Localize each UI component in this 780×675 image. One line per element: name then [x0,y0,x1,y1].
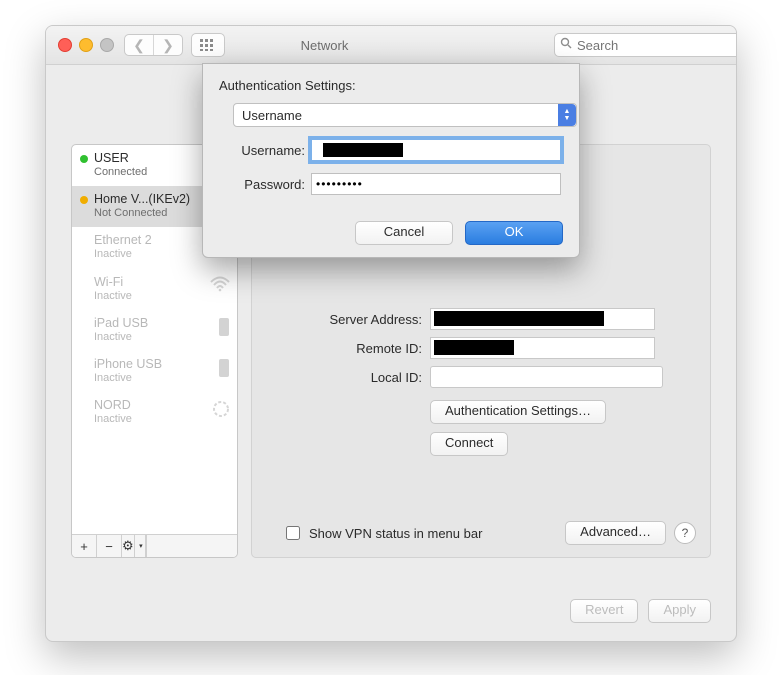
service-list-footer: + − ⚙︎▾ [72,534,237,557]
chevron-down-icon: ▾ [137,535,146,557]
service-name: iPhone USB [94,357,229,372]
row-username: Username: [219,139,563,161]
authentication-settings-button[interactable]: Authentication Settings… [430,400,606,424]
search-icon [560,37,572,52]
revert-button[interactable]: Revert [570,599,638,623]
service-name: NORD [94,398,229,413]
service-item-nord[interactable]: NORD Inactive [72,392,237,433]
close-window-button[interactable] [58,38,72,52]
service-actions-button[interactable]: ⚙︎▾ [122,535,147,557]
connect-button[interactable]: Connect [430,432,508,456]
service-status: Inactive [94,413,229,426]
cancel-button[interactable]: Cancel [355,221,453,245]
help-button[interactable]: ? [674,522,696,544]
popup-arrows-icon: ▲▼ [558,104,576,126]
service-status: Inactive [94,372,229,385]
status-dot-connected-icon [80,155,88,163]
minimize-window-button[interactable] [79,38,93,52]
row-password: Password: [219,173,563,195]
server-address-field[interactable] [430,308,655,330]
sheet-buttons: Cancel OK [355,221,563,245]
search-input[interactable] [554,33,737,57]
window-title: Network [95,38,554,53]
local-id-field[interactable] [430,366,663,388]
service-name: iPad USB [94,316,229,331]
service-item-iphone-usb[interactable]: iPhone USB Inactive [72,351,237,392]
advanced-wrap: Advanced… ? [565,521,696,545]
ok-button[interactable]: OK [465,221,563,245]
apply-button[interactable]: Apply [648,599,711,623]
status-dot-idle-icon [80,196,88,204]
service-item-ipad-usb[interactable]: iPad USB Inactive [72,310,237,351]
username-label: Username: [219,143,305,158]
search-field-wrapper [554,33,724,57]
titlebar: ❮ ❯ Network [46,26,736,65]
service-status: Inactive [94,331,229,344]
auth-method-popup[interactable]: Username ▲▼ [233,103,577,127]
redacted-value [323,143,403,157]
password-input[interactable] [311,173,561,195]
redacted-value [434,340,514,355]
show-vpn-status-label: Show VPN status in menu bar [309,526,482,541]
advanced-button[interactable]: Advanced… [565,521,666,545]
local-id-label: Local ID: [252,370,430,385]
remote-id-label: Remote ID: [252,341,430,356]
show-vpn-status-checkbox[interactable]: Show VPN status in menu bar [282,523,482,543]
bottom-actions: Revert Apply [570,599,711,623]
device-icon [217,358,231,382]
settings-buttons: Authentication Settings… Connect [430,400,710,456]
service-item-wifi[interactable]: Wi-Fi Inactive [72,269,237,310]
remote-id-field[interactable] [430,337,655,359]
device-icon [217,317,231,341]
auth-method-value: Username [242,108,302,123]
sheet-heading: Authentication Settings: [219,78,563,93]
row-server-address: Server Address: [252,306,710,332]
add-service-button[interactable]: + [72,535,97,557]
row-remote-id: Remote ID: [252,335,710,361]
row-local-id: Local ID: [252,364,710,390]
show-vpn-status-input[interactable] [286,526,300,540]
wifi-icon [209,276,231,296]
password-label: Password: [219,177,305,192]
server-address-label: Server Address: [252,312,430,327]
redacted-value [434,311,604,326]
sync-icon [211,399,231,423]
authentication-settings-sheet: Authentication Settings: Username ▲▼ Use… [202,63,580,258]
remove-service-button[interactable]: − [97,535,122,557]
